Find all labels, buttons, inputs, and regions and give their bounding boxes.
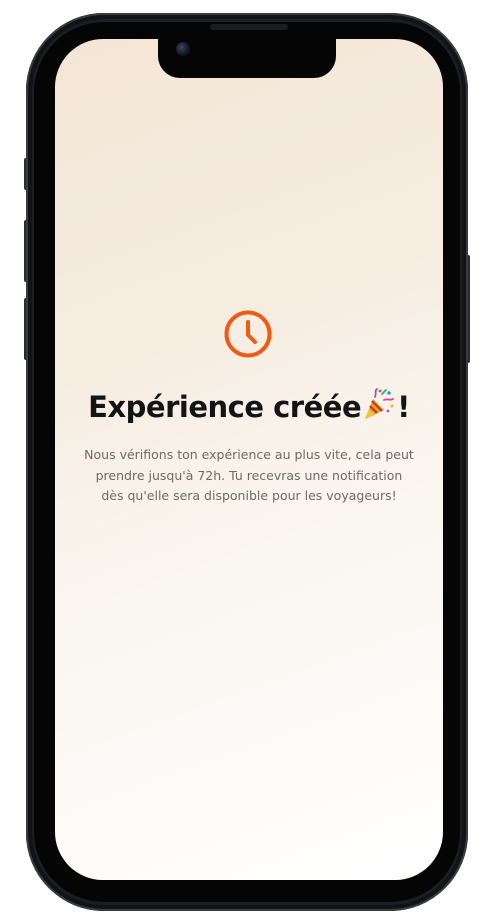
title-exclamation: ! — [397, 390, 410, 424]
phone-screen: Expérience créée ! Nous vérifions ton ex… — [55, 39, 443, 880]
speaker-grille — [210, 24, 288, 30]
front-camera — [176, 42, 190, 56]
party-popper-icon — [365, 388, 395, 419]
confirmation-message: Nous vérifions ton expérience au plus vi… — [84, 447, 414, 503]
clock-icon — [224, 310, 272, 358]
page-title: Expérience créée ! — [55, 387, 443, 424]
confirmation-screen: Expérience créée ! Nous vérifions ton ex… — [55, 39, 443, 880]
title-text: Expérience créée — [88, 390, 362, 424]
